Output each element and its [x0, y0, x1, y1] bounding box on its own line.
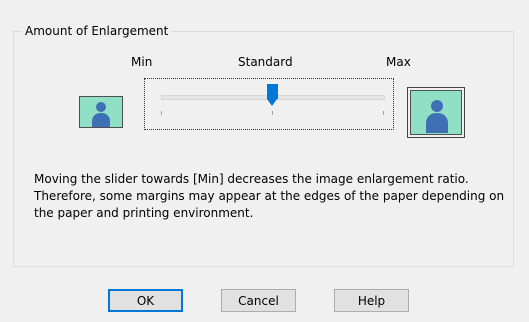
person-head: [96, 102, 106, 112]
slider-max-label: Max: [386, 55, 411, 69]
enlargement-slider[interactable]: [144, 78, 394, 130]
person-body: [92, 113, 110, 127]
ok-button[interactable]: OK: [108, 289, 183, 312]
slider-standard-label: Standard: [238, 55, 293, 69]
slider-thumb-body: [266, 84, 278, 99]
person-head: [431, 100, 443, 112]
slider-tick: [383, 111, 384, 115]
large-preview-frame: [407, 87, 465, 138]
person-body: [426, 113, 448, 133]
large-person-preview-icon: [410, 90, 462, 135]
slider-tick: [161, 111, 162, 115]
description-text: Moving the slider towards [Min] decrease…: [34, 172, 505, 220]
help-button[interactable]: Help: [334, 289, 409, 312]
group-title: Amount of Enlargement: [22, 23, 172, 39]
small-person-preview-icon: [79, 96, 123, 128]
slider-min-label: Min: [131, 55, 153, 69]
slider-thumb[interactable]: [266, 84, 278, 106]
slider-tick: [272, 111, 273, 115]
cancel-button[interactable]: Cancel: [221, 289, 296, 312]
slider-thumb-pointer: [266, 99, 277, 106]
